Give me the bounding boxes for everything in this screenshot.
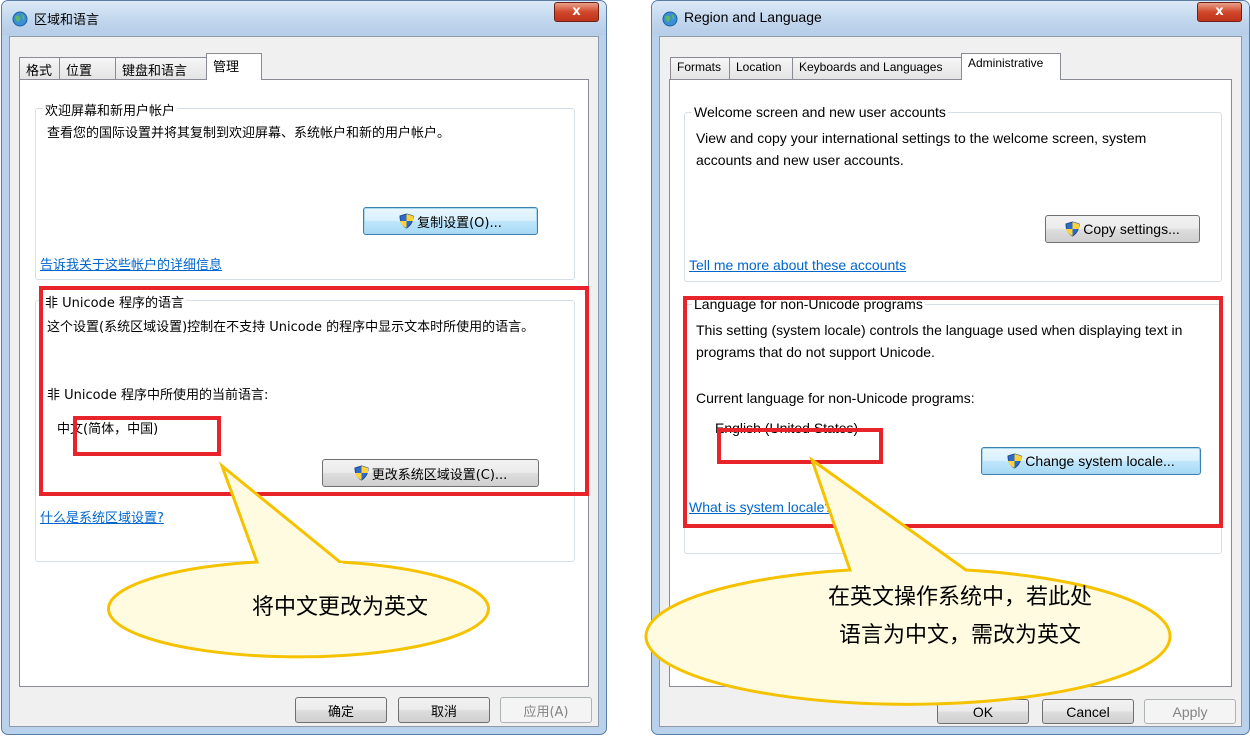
tab-label: Administrative	[968, 56, 1044, 70]
screenshot-page: 区域和语言 x 格式 位置 键盘和语言 管理 欢迎屏幕和新用户帐户 查看您的国际…	[0, 0, 1250, 740]
callout-text-right-line1: 在英文操作系统中，若此处	[827, 585, 1092, 610]
tab-label: 管理	[213, 60, 240, 75]
tab-administrative[interactable]: 管理	[206, 53, 262, 80]
callout-text-right-line2: 语言为中文，需改为英文	[838, 623, 1081, 648]
tab-administrative[interactable]: Administrative	[961, 53, 1061, 80]
callout-text-left: 将中文更改为英文	[251, 595, 428, 620]
callout-bubble-left	[107, 461, 490, 659]
